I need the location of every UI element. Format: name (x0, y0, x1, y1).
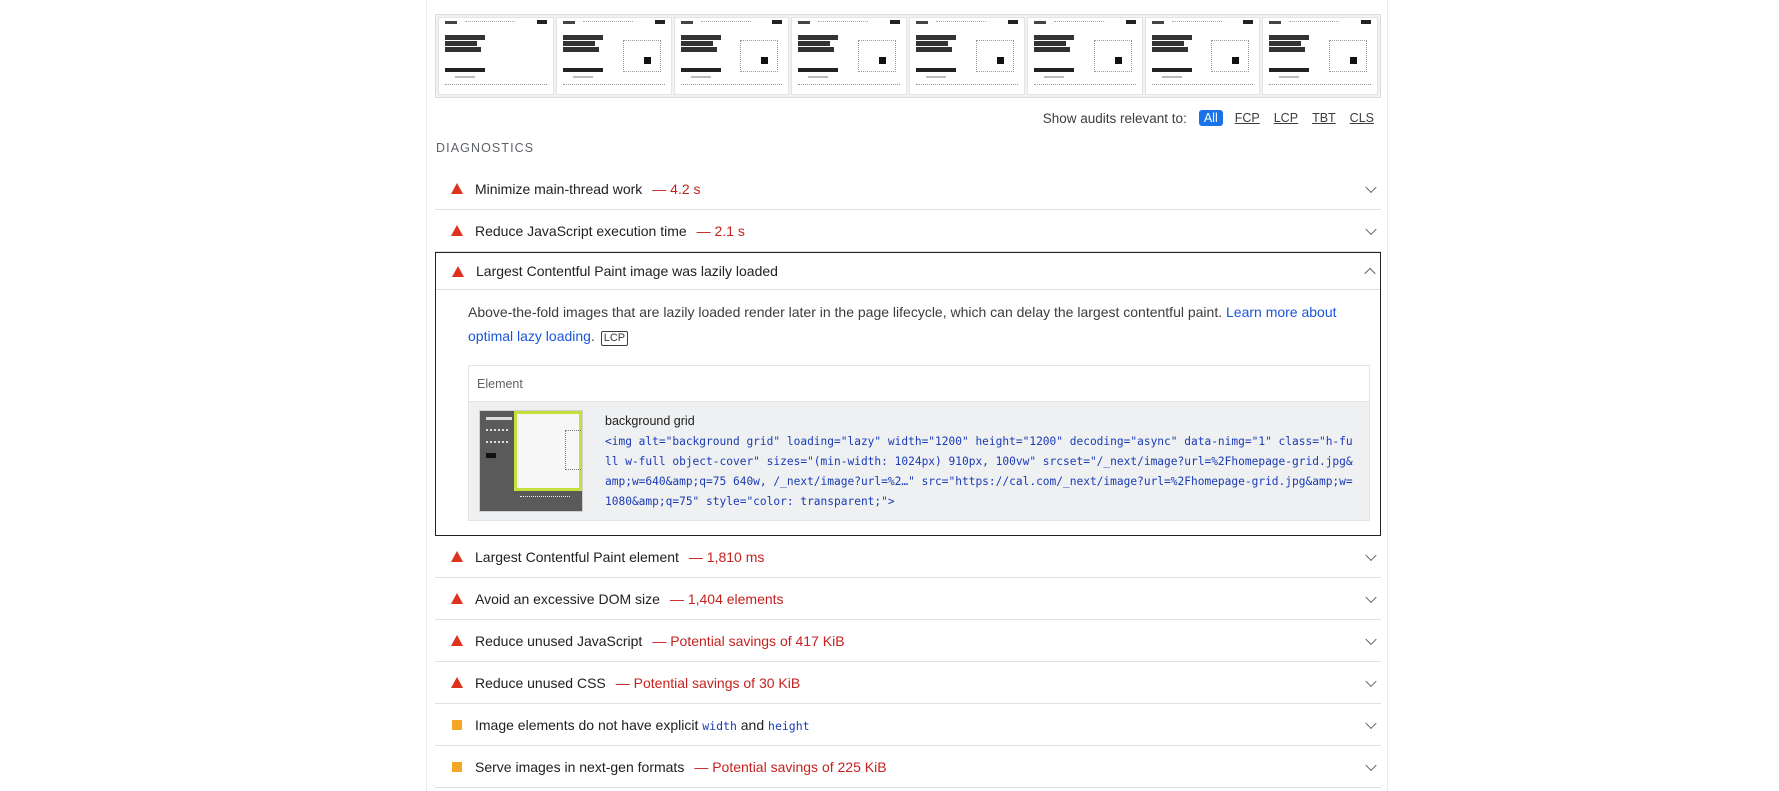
filter-chip-all[interactable]: All (1198, 110, 1223, 126)
chevron-down-icon[interactable] (1365, 223, 1377, 235)
audit-display-value: — Potential savings of 225 KiB (694, 758, 887, 775)
audit-filter: Show audits relevant to: All FCP LCP TBT… (1043, 110, 1376, 126)
fail-triangle-icon (436, 265, 476, 277)
audit-title: Minimize main-thread work (475, 180, 643, 197)
fail-triangle-icon (435, 635, 475, 646)
fail-triangle-icon (435, 593, 475, 604)
filmstrip (435, 14, 1381, 98)
filmstrip-frame (1026, 17, 1143, 95)
element-html-snippet[interactable]: <img alt="background grid" loading="lazy… (605, 432, 1355, 512)
audit-title: Reduce unused JavaScript (475, 632, 643, 649)
filter-chip-fcp[interactable]: FCP (1233, 110, 1262, 126)
description-period: . (590, 328, 595, 344)
audit-display-value: — Potential savings of 417 KiB (652, 632, 845, 649)
fail-triangle-icon (435, 677, 475, 688)
fail-triangle-icon (435, 551, 475, 562)
audit-title-and: and (740, 716, 765, 733)
element-screenshot-thumbnail[interactable] (479, 410, 583, 512)
element-node-label: background grid (605, 414, 695, 428)
filmstrip-frame (438, 17, 554, 95)
average-square-icon (435, 761, 475, 772)
audit-title: Reduce unused CSS (475, 674, 606, 691)
filmstrip-frame (673, 17, 790, 95)
filmstrip-frame (1144, 17, 1261, 95)
audit-next-gen-formats[interactable]: Serve images in next-gen formats — Poten… (435, 746, 1381, 788)
description-text: Above-the-fold images that are lazily lo… (468, 304, 1223, 320)
audit-unsized-images[interactable]: Image elements do not have explicit widt… (435, 704, 1381, 746)
audit-title: Serve images in next-gen formats (475, 758, 685, 775)
diagnostics-section-title: DIAGNOSTICS (436, 141, 535, 155)
chevron-down-icon[interactable] (1365, 633, 1377, 645)
average-square-icon (435, 719, 475, 730)
filter-chip-cls[interactable]: CLS (1348, 110, 1376, 126)
filter-chip-lcp[interactable]: LCP (1272, 110, 1300, 126)
chevron-down-icon[interactable] (1365, 549, 1377, 561)
audit-description: Above-the-fold images that are lazily lo… (468, 300, 1370, 348)
filter-chip-tbt[interactable]: TBT (1310, 110, 1338, 126)
audit-display-value: — 1,810 ms (688, 548, 765, 565)
audit-title: Largest Contentful Paint image was lazil… (476, 263, 778, 279)
table-row: background grid <img alt="background gri… (469, 402, 1369, 520)
chevron-down-icon[interactable] (1365, 591, 1377, 603)
chevron-down-icon[interactable] (1365, 181, 1377, 193)
audit-lcp-element[interactable]: Largest Contentful Paint element — 1,810… (435, 536, 1381, 578)
audit-dom-size[interactable]: Avoid an excessive DOM size — 1,404 elem… (435, 578, 1381, 620)
filmstrip-frame (1262, 17, 1378, 95)
audit-title: Largest Contentful Paint element (475, 548, 679, 565)
audit-title: Avoid an excessive DOM size (475, 590, 660, 607)
fail-triangle-icon (435, 225, 475, 236)
audit-filter-label: Show audits relevant to: (1042, 110, 1187, 126)
filmstrip-frame (791, 17, 907, 95)
element-column-header: Element (469, 366, 1369, 402)
chevron-up-icon[interactable] (1364, 267, 1376, 280)
lcp-metric-badge: LCP (600, 331, 629, 346)
audit-reduce-js-execution-time[interactable]: Reduce JavaScript execution time — 2.1 s (435, 210, 1381, 252)
audit-details: Above-the-fold images that are lazily lo… (436, 290, 1380, 535)
chevron-down-icon[interactable] (1365, 675, 1377, 687)
code-width: width (702, 718, 737, 733)
filmstrip-frame (555, 17, 672, 95)
diagnostics-audit-list: Minimize main-thread work — 4.2 s Reduce… (435, 168, 1381, 788)
filmstrip-frame (909, 17, 1025, 95)
audit-minimize-main-thread-work[interactable]: Minimize main-thread work — 4.2 s (435, 168, 1381, 210)
lighthouse-report: Show audits relevant to: All FCP LCP TBT… (426, 0, 1388, 791)
chevron-down-icon[interactable] (1365, 759, 1377, 771)
chevron-down-icon[interactable] (1365, 717, 1377, 729)
audit-title: Reduce JavaScript execution time (475, 222, 687, 239)
audit-title: Image elements do not have explicit widt… (475, 717, 810, 733)
audit-unused-javascript[interactable]: Reduce unused JavaScript — Potential sav… (435, 620, 1381, 662)
audit-display-value: — 1,404 elements (669, 590, 784, 607)
element-table: Element background grid <img alt="backgr… (468, 365, 1370, 521)
audit-display-value: — Potential savings of 30 KiB (615, 674, 801, 691)
audit-unused-css[interactable]: Reduce unused CSS — Potential savings of… (435, 662, 1381, 704)
fail-triangle-icon (435, 183, 475, 194)
audit-title-text: Image elements do not have explicit (475, 716, 699, 733)
audit-display-value: — 2.1 s (696, 222, 745, 239)
audit-display-value: — 4.2 s (652, 180, 701, 197)
code-height: height (768, 718, 810, 733)
audit-lcp-lazy-loaded[interactable]: Largest Contentful Paint image was lazil… (436, 253, 1380, 290)
element-node: background grid <img alt="background gri… (605, 410, 1355, 512)
audit-lcp-lazy-loaded-expanded: Largest Contentful Paint image was lazil… (435, 252, 1381, 536)
